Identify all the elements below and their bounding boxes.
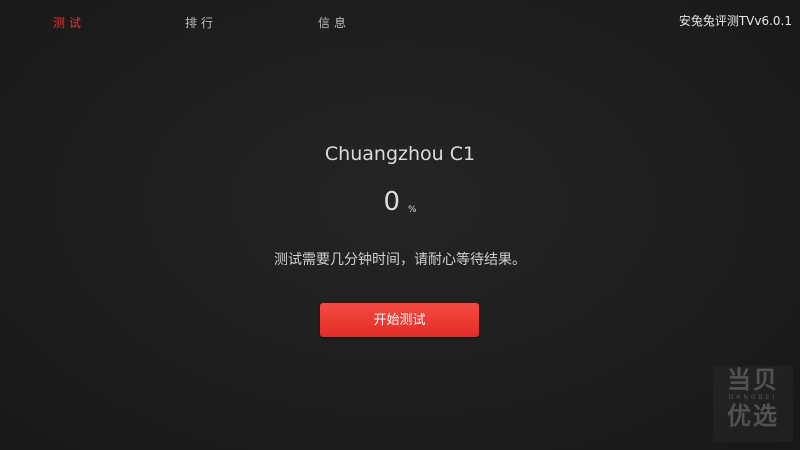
progress-value: 0 (383, 187, 400, 217)
tab-info[interactable]: 信息 (318, 14, 350, 31)
tab-ranking[interactable]: 排行 (185, 14, 217, 31)
dangbei-watermark-logo: 当贝 DANGBEI 优选 (713, 366, 793, 442)
watermark-top-text: 当贝 (727, 366, 779, 394)
device-name: Chuangzhou C1 (324, 143, 476, 165)
watermark-middle-text: DANGBEI (728, 394, 778, 401)
progress-unit: % (407, 205, 417, 215)
benchmark-screen: 测试 排行 信息 安兔兔评测TVv6.0.1 Chuangzhou C1 0% … (0, 0, 800, 450)
start-test-button[interactable]: 开始测试 (320, 303, 479, 337)
wait-hint: 测试需要几分钟时间，请耐心等待结果。 (274, 252, 526, 268)
progress-readout: 0% (0, 187, 800, 217)
watermark-bottom-text: 优选 (727, 402, 779, 430)
tab-test[interactable]: 测试 (53, 14, 85, 31)
app-version-label: 安兔兔评测TVv6.0.1 (678, 14, 792, 28)
